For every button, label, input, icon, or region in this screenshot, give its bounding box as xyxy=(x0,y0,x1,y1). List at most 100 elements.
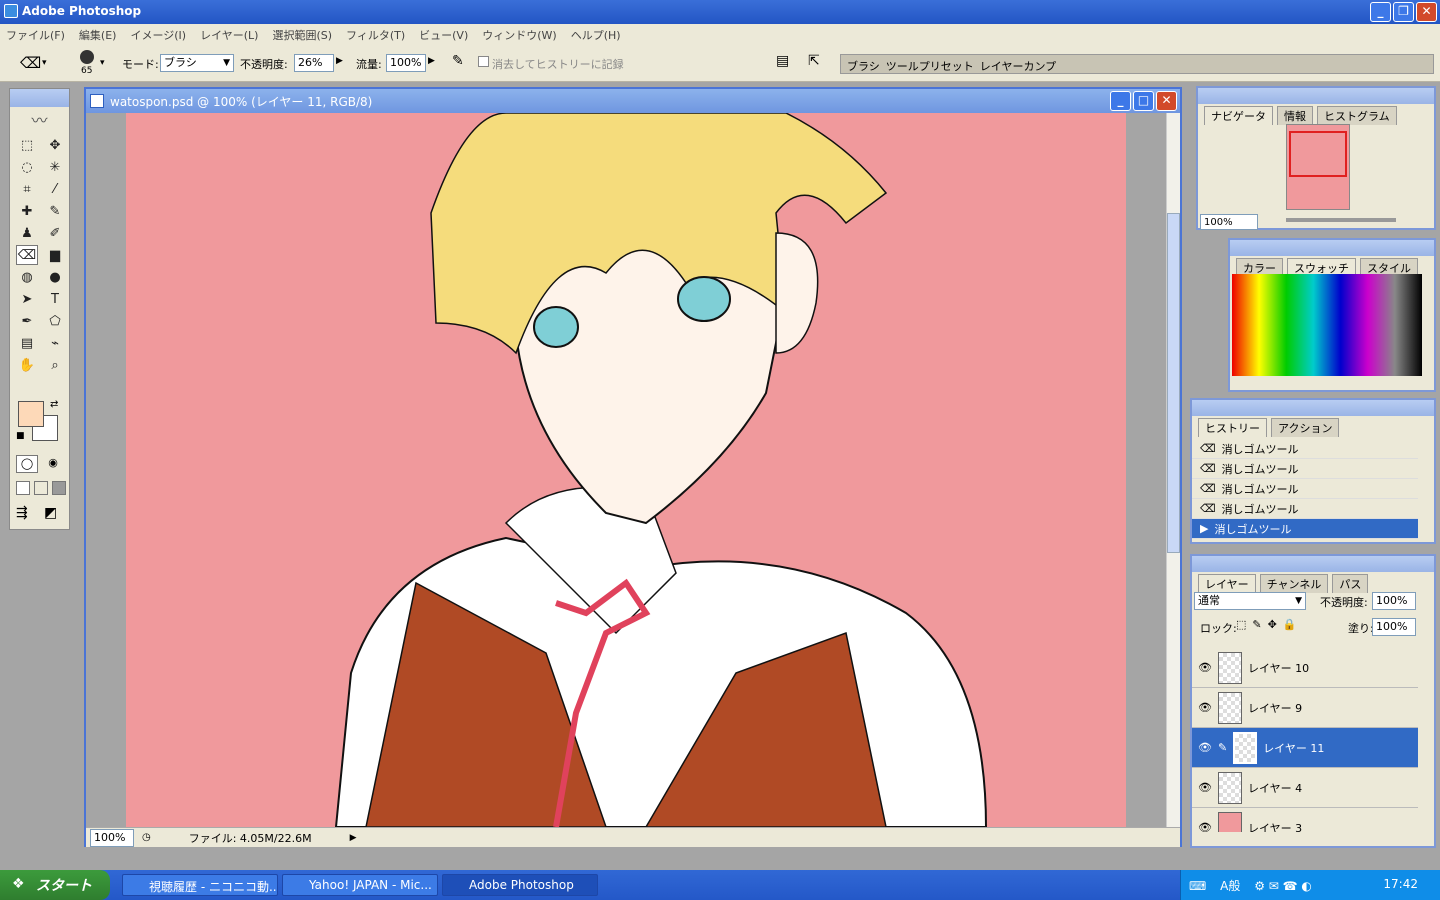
dodge-tool-icon[interactable]: ● xyxy=(44,267,66,287)
layer-row[interactable]: 👁 レイヤー 10 xyxy=(1192,648,1418,688)
canvas-scroll-thumb[interactable] xyxy=(1167,213,1180,553)
clock[interactable]: 17:42 xyxy=(1383,877,1418,891)
history-item[interactable]: ⌫ 消しゴムツール xyxy=(1192,479,1418,499)
well-tab-tool-presets[interactable]: ツールプリセット xyxy=(886,58,974,73)
standard-mode-icon[interactable]: ◯ xyxy=(16,455,38,473)
well-tab-layer-comps[interactable]: レイヤーカンプ xyxy=(980,58,1056,73)
standard-screen-mode-icon[interactable] xyxy=(16,481,30,495)
healing-brush-tool-icon[interactable]: ✚ xyxy=(16,201,38,221)
ime-indicator[interactable]: A般 xyxy=(1220,879,1240,893)
minimize-button[interactable]: _ xyxy=(1370,2,1391,22)
go-to-bridge-icon[interactable]: ⇱ xyxy=(808,53,820,69)
imageready-logo-icon[interactable]: ◩ xyxy=(44,505,57,521)
document-close-button[interactable]: ✕ xyxy=(1156,91,1177,111)
layer-row[interactable]: 👁 レイヤー 3 xyxy=(1192,808,1418,832)
visibility-eye-icon[interactable]: 👁 xyxy=(1198,781,1212,794)
history-item[interactable]: ⌫ 消しゴムツール xyxy=(1192,439,1418,459)
foreground-color-swatch[interactable] xyxy=(18,401,44,427)
layer-opacity-input[interactable]: 100% xyxy=(1372,592,1416,610)
visibility-eye-icon[interactable]: 👁 xyxy=(1198,661,1212,674)
task-button-nicovideo[interactable]: 視聴履歴 - ニコニコ動... xyxy=(122,874,278,896)
notes-tool-icon[interactable]: ▤ xyxy=(16,333,38,353)
well-tab-brushes[interactable]: ブラシ xyxy=(847,58,880,73)
lock-image-icon[interactable]: ✎ xyxy=(1252,618,1261,631)
task-button-yahoo[interactable]: Yahoo! JAPAN - Mic... xyxy=(282,874,438,896)
opacity-input[interactable]: 26% xyxy=(294,54,334,72)
tab-paths[interactable]: パス xyxy=(1332,574,1369,593)
tab-histogram[interactable]: ヒストグラム xyxy=(1317,106,1397,125)
menu-filter[interactable]: フィルタ(T) xyxy=(346,27,405,42)
erase-history-checkbox[interactable] xyxy=(478,56,489,67)
visibility-eye-icon[interactable]: 👁 xyxy=(1198,741,1212,754)
task-button-photoshop[interactable]: Adobe Photoshop xyxy=(442,874,598,896)
status-info-icon[interactable]: ◷ xyxy=(142,832,151,843)
tab-info[interactable]: 情報 xyxy=(1277,106,1313,125)
menu-layer[interactable]: レイヤー(L) xyxy=(200,27,258,42)
lock-all-icon[interactable]: 🔒 xyxy=(1283,618,1297,631)
pen-tool-icon[interactable]: ✒ xyxy=(16,311,38,331)
tab-channels[interactable]: チャンネル xyxy=(1259,574,1329,593)
menu-help[interactable]: ヘルプ(H) xyxy=(571,27,621,42)
menu-view[interactable]: ビュー(V) xyxy=(419,27,468,42)
zoom-level-input[interactable]: 100% xyxy=(90,828,134,847)
restore-button[interactable]: ❐ xyxy=(1393,2,1414,22)
keyboard-icon[interactable]: ⌨ xyxy=(1189,879,1206,893)
history-item[interactable]: ⌫ 消しゴムツール xyxy=(1192,459,1418,479)
quick-mask-mode-icon[interactable]: ◉ xyxy=(42,455,64,473)
path-selection-tool-icon[interactable]: ➤ xyxy=(16,289,38,309)
move-tool-icon[interactable]: ✥ xyxy=(44,135,66,155)
artwork-canvas[interactable] xyxy=(86,113,1166,827)
swap-colors-icon[interactable]: ⇄ xyxy=(50,399,58,410)
full-screen-mode-icon[interactable] xyxy=(52,481,66,495)
fill-input[interactable]: 100% xyxy=(1372,618,1416,636)
brush-dropdown-arrow-icon[interactable]: ▾ xyxy=(100,58,105,68)
layer-row[interactable]: 👁 レイヤー 4 xyxy=(1192,768,1418,808)
eraser-tool-icon[interactable]: ⌫ xyxy=(16,245,38,265)
tab-layers[interactable]: レイヤー xyxy=(1198,574,1256,593)
tab-history[interactable]: ヒストリー xyxy=(1198,418,1267,437)
flow-input[interactable]: 100% xyxy=(386,54,426,72)
airbrush-icon[interactable]: ✎ xyxy=(452,53,464,69)
navigator-view-box[interactable] xyxy=(1289,131,1347,177)
visibility-eye-icon[interactable]: 👁 xyxy=(1198,821,1212,832)
document-maximize-button[interactable]: □ xyxy=(1133,91,1154,111)
lasso-tool-icon[interactable]: ◌ xyxy=(16,157,38,177)
history-item[interactable]: ⌫ 消しゴムツール xyxy=(1192,499,1418,519)
menu-window[interactable]: ウィンドウ(W) xyxy=(482,27,556,42)
layer-row[interactable]: 👁 レイヤー 9 xyxy=(1192,688,1418,728)
opacity-slider-arrow-icon[interactable]: ▶ xyxy=(336,56,343,66)
document-minimize-button[interactable]: _ xyxy=(1110,91,1131,111)
swatch-grid[interactable] xyxy=(1232,274,1422,376)
blur-tool-icon[interactable]: ◍ xyxy=(16,267,38,287)
menu-file[interactable]: ファイル(F) xyxy=(6,27,65,42)
marquee-tool-icon[interactable]: ⬚ xyxy=(16,135,38,155)
history-item-current[interactable]: ▶ 消しゴムツール xyxy=(1192,519,1418,539)
clone-stamp-tool-icon[interactable]: ♟ xyxy=(16,223,38,243)
blend-mode-select[interactable]: 通常 ▼ xyxy=(1194,592,1306,610)
imageready-jump-icon[interactable]: ⇶ xyxy=(16,505,28,521)
default-colors-icon[interactable]: ■ xyxy=(16,431,25,441)
navigator-zoom-slider[interactable] xyxy=(1286,218,1396,222)
crop-tool-icon[interactable]: ⌗ xyxy=(16,179,38,199)
eyedropper-tool-icon[interactable]: ⌁ xyxy=(44,333,66,353)
mode-select[interactable]: ブラシ ▼ xyxy=(160,54,234,72)
brush-tip-icon[interactable] xyxy=(80,50,94,64)
type-tool-icon[interactable]: T xyxy=(44,289,66,309)
navigator-thumbnail[interactable] xyxy=(1286,124,1350,210)
shape-tool-icon[interactable]: ⬠ xyxy=(44,311,66,331)
magic-wand-tool-icon[interactable]: ✳ xyxy=(44,157,66,177)
canvas-vertical-scrollbar[interactable] xyxy=(1166,113,1180,827)
flow-slider-arrow-icon[interactable]: ▶ xyxy=(428,56,435,66)
menu-image[interactable]: イメージ(I) xyxy=(130,27,186,42)
lock-transparency-icon[interactable]: ⬚ xyxy=(1236,618,1246,631)
full-screen-menu-mode-icon[interactable] xyxy=(34,481,48,495)
lock-position-icon[interactable]: ✥ xyxy=(1268,618,1277,631)
tab-navigator[interactable]: ナビゲータ xyxy=(1204,106,1273,125)
visibility-eye-icon[interactable]: 👁 xyxy=(1198,701,1212,714)
history-brush-tool-icon[interactable]: ✐ xyxy=(44,223,66,243)
preset-dropdown-arrow-icon[interactable]: ▾ xyxy=(42,58,47,68)
menu-edit[interactable]: 編集(E) xyxy=(79,27,117,42)
eraser-preset-icon[interactable]: ⌫ xyxy=(20,54,41,72)
layer-row-selected[interactable]: 👁 ✎ レイヤー 11 xyxy=(1192,728,1418,768)
gradient-tool-icon[interactable]: ▆ xyxy=(44,245,66,265)
